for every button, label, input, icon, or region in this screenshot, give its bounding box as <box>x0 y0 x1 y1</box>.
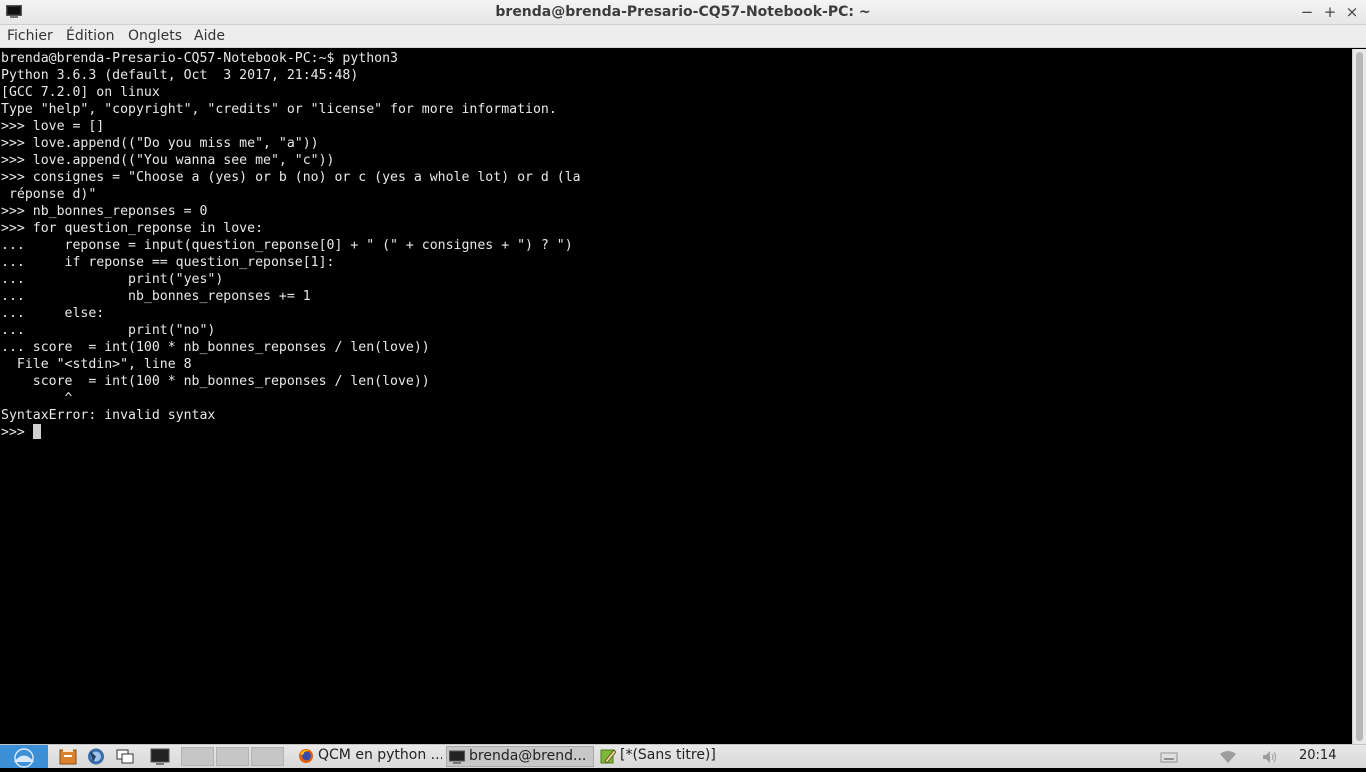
workspace-3[interactable] <box>251 747 284 766</box>
terminal-cursor <box>32 424 41 439</box>
terminal-icon[interactable] <box>150 747 170 766</box>
terminal-icon <box>449 750 465 764</box>
terminal-line: >>> nb_bonnes_reponses = 0 <box>1 204 208 219</box>
terminal-line: score = int(100 * nb_bonnes_reponses / l… <box>1 374 430 389</box>
workspace-2[interactable] <box>216 747 249 766</box>
terminal-line: SyntaxError: invalid syntax <box>1 408 216 423</box>
workspace-1[interactable] <box>181 747 214 766</box>
terminal-line: File "<stdin>", line 8 <box>1 357 192 372</box>
menu-edition[interactable]: Édition <box>66 28 114 44</box>
task-label: [*(Sans titre)] <box>620 747 716 763</box>
window-title: brenda@brenda-Presario-CQ57-Notebook-PC:… <box>495 4 871 20</box>
terminal-line: ... score = int(100 * nb_bonnes_reponses… <box>1 340 430 355</box>
task-label: QCM en python ... <box>318 747 442 763</box>
close-button[interactable]: × <box>1342 2 1362 22</box>
clock[interactable]: 20:14 <box>1299 748 1336 763</box>
terminal-line: >>> for question_reponse in love: <box>1 221 264 236</box>
task-firefox[interactable]: QCM en python ... <box>296 746 442 767</box>
start-menu-icon <box>14 748 34 768</box>
terminal-line: ... nb_bonnes_reponses += 1 <box>1 289 311 304</box>
text-editor-icon <box>600 749 616 764</box>
terminal-prompt: >>> <box>1 425 33 440</box>
terminal-line: >>> love = [] <box>1 119 105 134</box>
terminal-line: >>> love.append(("You wanna see me", "c"… <box>1 153 335 168</box>
terminal-line: >>> love.append(("Do you miss me", "a")) <box>1 136 319 151</box>
terminal-line: ... print("no") <box>1 323 216 338</box>
terminal-output: brenda@brenda-Presario-CQ57-Notebook-PC:… <box>0 49 1352 441</box>
scrollbar-thumb[interactable] <box>1356 52 1363 741</box>
terminal-area[interactable]: brenda@brenda-Presario-CQ57-Notebook-PC:… <box>0 49 1352 744</box>
maximize-button[interactable]: + <box>1320 2 1340 22</box>
terminal-line: >>> consignes = "Choose a (yes) or b (no… <box>1 170 581 185</box>
firefox-icon <box>299 749 313 763</box>
menu-bar: Fichier Édition Onglets Aide <box>0 25 1366 48</box>
taskbar: QCM en python ... brenda@brend... [*(San… <box>0 744 1366 768</box>
start-menu-button[interactable] <box>0 745 48 768</box>
wifi-icon[interactable] <box>1219 749 1237 765</box>
terminal-line: ... else: <box>1 306 105 321</box>
task-text-editor[interactable]: [*(Sans titre)] <box>598 746 748 767</box>
file-manager-icon[interactable] <box>58 747 78 766</box>
menu-aide[interactable]: Aide <box>194 28 225 44</box>
volume-icon[interactable] <box>1261 749 1279 765</box>
terminal-line: ... reponse = input(question_reponse[0] … <box>1 238 573 253</box>
menu-onglets[interactable]: Onglets <box>128 28 182 44</box>
terminal-line: ... if reponse == question_reponse[1]: <box>1 255 335 270</box>
minimize-button[interactable]: − <box>1297 2 1317 22</box>
browser-icon[interactable] <box>86 747 106 766</box>
task-label: brenda@brend... <box>469 748 587 764</box>
terminal-line: ^ <box>1 391 73 406</box>
terminal-line: Python 3.6.3 (default, Oct 3 2017, 21:45… <box>1 68 359 83</box>
terminal-line: brenda@brenda-Presario-CQ57-Notebook-PC:… <box>1 51 398 66</box>
terminal-line: réponse d)" <box>1 187 97 202</box>
keyboard-icon[interactable] <box>1160 749 1178 765</box>
scrollbar[interactable] <box>1352 49 1366 744</box>
menu-fichier[interactable]: Fichier <box>7 28 53 44</box>
task-terminal[interactable]: brenda@brend... <box>446 746 594 767</box>
terminal-line: ... print("yes") <box>1 272 224 287</box>
windows-icon[interactable] <box>115 747 135 766</box>
terminal-line: [GCC 7.2.0] on linux <box>1 85 160 100</box>
terminal-line: Type "help", "copyright", "credits" or "… <box>1 102 557 117</box>
window-titlebar[interactable]: brenda@brenda-Presario-CQ57-Notebook-PC:… <box>0 0 1366 25</box>
